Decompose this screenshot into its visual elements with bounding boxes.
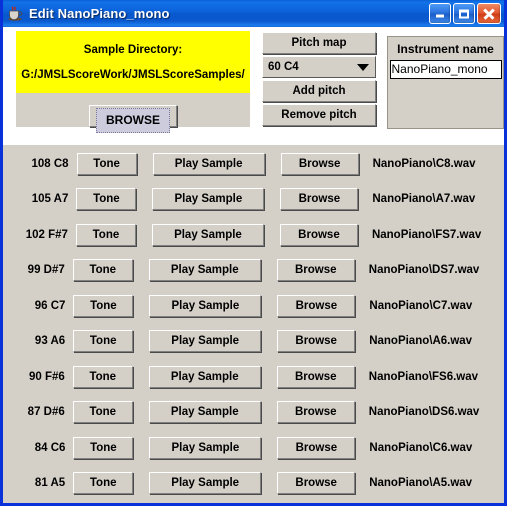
pitch-select[interactable]: 60 C4	[262, 56, 376, 78]
sample-file-path: NanoPiano\DS7.wav	[368, 264, 480, 277]
browse-button[interactable]: Browse	[276, 401, 355, 424]
instrument-name-input[interactable]: NanoPiano_mono	[389, 60, 502, 79]
sample-directory-display: Sample Directory: G:/JMSLScoreWork/JMSLS…	[16, 31, 250, 93]
table-row: 93 A6 Tone Play Sample Browse NanoPiano\A6.w…	[3, 324, 504, 358]
title-bar[interactable]: Edit NanoPiano_mono	[3, 0, 504, 27]
top-settings-panel: Sample Directory: G:/JMSLScoreWork/JMSLS…	[3, 27, 504, 145]
tone-button[interactable]: Tone	[73, 436, 134, 459]
close-icon	[478, 4, 500, 23]
tone-button[interactable]: Tone	[76, 152, 137, 175]
sample-directory-path: G:/JMSLScoreWork/JMSLScoreSamples/	[21, 68, 245, 81]
browse-button[interactable]: Browse	[279, 223, 358, 246]
pitch-row-label: 87 D#6	[27, 406, 65, 419]
sample-directory-browse-button[interactable]: BROWSE	[89, 105, 177, 133]
sample-file-path: NanoPiano\FS7.wav	[371, 228, 482, 241]
add-pitch-button[interactable]: Add pitch	[262, 80, 376, 102]
close-button[interactable]	[477, 3, 501, 24]
sample-file-path: NanoPiano\A5.wav	[369, 477, 473, 490]
tone-button[interactable]: Tone	[73, 330, 134, 353]
tone-button[interactable]: Tone	[75, 223, 136, 246]
tone-button[interactable]: Tone	[72, 259, 133, 282]
pitch-row-label: 96 C7	[34, 299, 66, 312]
sample-file-path: NanoPiano\C8.wav	[372, 157, 476, 170]
table-row: 84 C6 Tone Play Sample Browse NanoPiano\C6.w…	[3, 431, 504, 465]
pitch-rows-list: 108 C8 Tone Play Sample Browse NanoPiano\C8.…	[3, 145, 504, 503]
table-row: 87 D#6 Tone Play Sample Browse NanoPiano\DS6…	[3, 395, 504, 429]
sample-file-path: NanoPiano\A7.wav	[372, 193, 476, 206]
table-row: 108 C8 Tone Play Sample Browse NanoPiano\C8.…	[3, 147, 504, 181]
pitch-row-label: 93 A6	[34, 335, 66, 348]
tone-button[interactable]: Tone	[73, 294, 134, 317]
table-row: 90 F#6 Tone Play Sample Browse NanoPiano\FS6…	[3, 360, 504, 394]
pitch-row-label: 84 C6	[34, 441, 66, 454]
instrument-name-panel: Instrument name NanoPiano_mono	[387, 36, 504, 129]
sample-file-path: NanoPiano\DS6.wav	[368, 406, 480, 419]
table-row: 96 C7 Tone Play Sample Browse NanoPiano\C7.w…	[3, 289, 504, 323]
window-title: Edit NanoPiano_mono	[29, 6, 170, 21]
sample-file-path: NanoPiano\FS6.wav	[368, 370, 479, 383]
pitch-row-label: 102 F#7	[25, 228, 68, 241]
window-content: Sample Directory: G:/JMSLScoreWork/JMSLS…	[3, 27, 504, 503]
play-sample-button[interactable]: Play Sample	[149, 330, 262, 353]
sample-directory-panel: Sample Directory: G:/JMSLScoreWork/JMSLS…	[16, 31, 250, 133]
browse-button[interactable]: Browse	[277, 294, 356, 317]
tone-button[interactable]: Tone	[72, 365, 133, 388]
pitch-row-label: 108 C8	[31, 157, 69, 170]
application-window: Edit NanoPiano_mono Sample Directory: G:…	[0, 0, 507, 506]
tone-button[interactable]: Tone	[73, 472, 134, 495]
instrument-name-label: Instrument name	[397, 42, 494, 56]
minimize-icon	[430, 4, 450, 23]
caption-buttons	[429, 3, 501, 24]
play-sample-button[interactable]: Play Sample	[149, 436, 262, 459]
table-row: 99 D#7 Tone Play Sample Browse NanoPiano\DS7…	[3, 253, 504, 287]
pitch-row-label: 99 D#7	[27, 264, 65, 277]
play-sample-button[interactable]: Play Sample	[148, 365, 261, 388]
pitch-row-label: 90 F#6	[28, 370, 65, 383]
sample-file-path: NanoPiano\C7.wav	[369, 299, 473, 312]
pitch-row-label: 105 A7	[31, 193, 69, 206]
maximize-icon	[454, 4, 474, 23]
browse-button[interactable]: Browse	[277, 436, 356, 459]
pitch-map-panel: Pitch map 60 C4 Add pitch Remove pitch	[262, 31, 376, 126]
table-row: 81 A5 Tone Play Sample Browse NanoPiano\A5.w…	[3, 466, 504, 500]
maximize-button[interactable]	[453, 3, 475, 24]
sample-file-path: NanoPiano\C6.wav	[369, 441, 473, 454]
browse-button[interactable]: Browse	[277, 330, 356, 353]
browse-button[interactable]: Browse	[277, 472, 356, 495]
play-sample-button[interactable]: Play Sample	[152, 152, 265, 175]
play-sample-button[interactable]: Play Sample	[148, 401, 261, 424]
browse-button[interactable]: Browse	[280, 188, 359, 211]
sample-file-path: NanoPiano\A6.wav	[369, 335, 473, 348]
browse-button[interactable]: Browse	[276, 259, 355, 282]
browse-button-label: BROWSE	[96, 108, 170, 133]
remove-pitch-button[interactable]: Remove pitch	[262, 104, 376, 126]
java-coffee-cup-icon	[7, 5, 24, 22]
table-row: 102 F#7 Tone Play Sample Browse NanoPiano\FS…	[3, 218, 504, 252]
minimize-button[interactable]	[429, 3, 451, 24]
tone-button[interactable]: Tone	[72, 401, 133, 424]
tone-button[interactable]: Tone	[76, 188, 137, 211]
chevron-down-icon	[357, 63, 369, 71]
play-sample-button[interactable]: Play Sample	[148, 259, 261, 282]
table-row: 105 A7 Tone Play Sample Browse NanoPiano\A7.…	[3, 182, 504, 216]
pitch-select-value: 60 C4	[268, 61, 299, 73]
sample-directory-label: Sample Directory:	[83, 43, 183, 56]
browse-button[interactable]: Browse	[280, 152, 359, 175]
browse-button[interactable]: Browse	[276, 365, 355, 388]
play-sample-button[interactable]: Play Sample	[149, 472, 262, 495]
play-sample-button[interactable]: Play Sample	[152, 188, 265, 211]
play-sample-button[interactable]: Play Sample	[151, 223, 264, 246]
pitch-row-label: 81 A5	[34, 477, 66, 490]
pitch-map-button[interactable]: Pitch map	[262, 32, 376, 54]
play-sample-button[interactable]: Play Sample	[149, 294, 262, 317]
